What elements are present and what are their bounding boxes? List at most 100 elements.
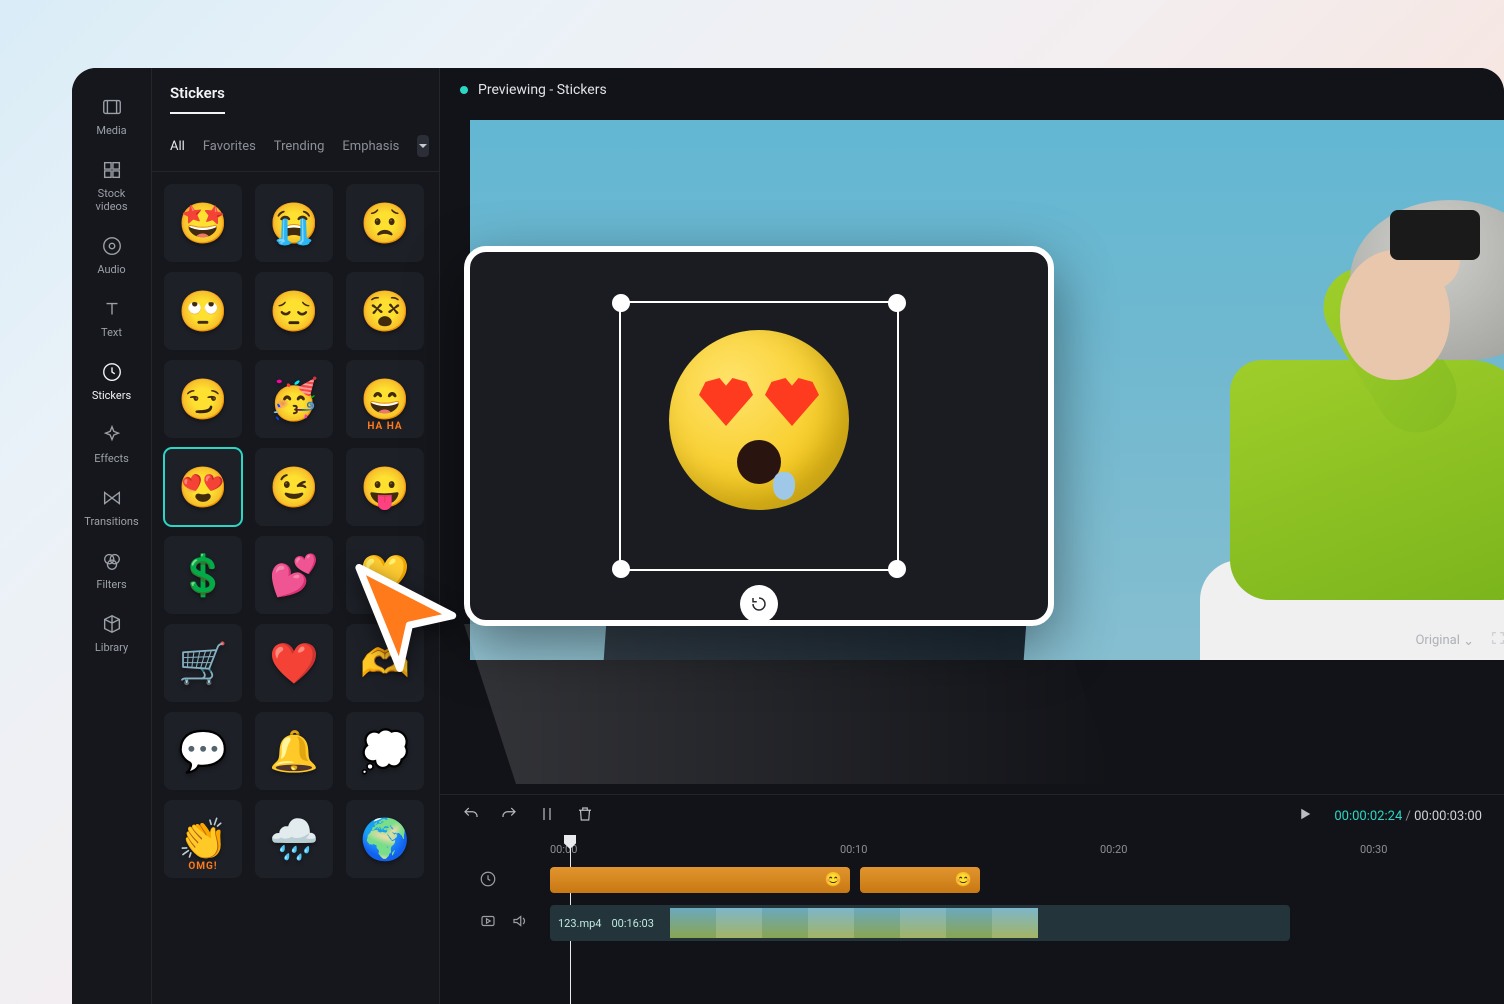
sticker-worried[interactable]: 😟 [346,184,424,262]
clip-filename: 123.mp4 [558,917,601,930]
panel-tabs: All Favorites Trending Emphasis [152,123,439,172]
sticker-wink[interactable]: 😉 [255,448,333,526]
rail-label: Library [95,641,128,654]
tab-trending[interactable]: Trending [274,139,325,154]
sticker-sparkle-hearts[interactable]: 💕 [255,536,333,614]
ruler-tick: 00:30 [1360,843,1387,856]
preview-header: Previewing - Stickers [440,68,1504,112]
panel-title: Stickers [152,68,439,123]
sticker-glyph: 👏 [178,816,228,863]
rail-library[interactable]: Library [82,613,142,654]
sticker-clip[interactable]: 😊 [550,867,850,893]
rail-label: Stock videos [82,187,142,213]
heart-eyes-sticker[interactable] [669,330,849,510]
rail-label: Media [96,124,126,137]
sticker-glyph: 😛 [360,464,410,511]
rail-audio[interactable]: Audio [82,235,142,276]
sticker-bag-bubble[interactable]: 💬 [164,712,242,790]
sticker-badge: OMG! [188,861,217,872]
tabs-more-button[interactable] [417,135,429,157]
video-clip[interactable]: 123.mp4 00:16:03 [550,905,1290,941]
sticker-omg[interactable]: 👏OMG! [164,800,242,878]
bg-person [1110,140,1504,660]
resize-handle-tl[interactable] [612,294,630,312]
tab-all[interactable]: All [170,139,185,154]
canvas-controls: Original ⌄ [1415,630,1504,650]
aspect-dropdown[interactable]: Original ⌄ [1415,633,1474,648]
sticker-glyph: 😍 [178,464,228,511]
filters-icon [101,550,123,572]
timeline-toolbar: 00:00:02:24 / 00:00:03:00 [440,795,1504,837]
sticker-glyph: 😏 [178,376,228,423]
sticker-glyph: 💬 [178,728,228,775]
rail-stock-videos[interactable]: Stock videos [82,159,142,213]
resize-handle-bl[interactable] [612,560,630,578]
sticker-clip[interactable]: 😊 [860,867,980,893]
play-button[interactable] [1296,805,1314,827]
video-editor-window: Media Stock videos Audio Text Stickers E… [72,68,1504,1004]
sticker-glyph: 🛒 [178,640,228,687]
sticker-dollar[interactable]: 💲 [164,536,242,614]
sticker-glyph: 😭 [269,200,319,247]
sticker-smirk[interactable]: 😏 [164,360,242,438]
sticker-pensive[interactable]: 😔 [255,272,333,350]
sticker-glyph: 😉 [269,464,319,511]
rail-effects[interactable]: Effects [82,424,142,465]
fullscreen-button[interactable] [1490,630,1504,650]
delete-button[interactable] [576,805,594,827]
sticker-haha[interactable]: 😄HA HA [346,360,424,438]
sticker-tongue[interactable]: 😛 [346,448,424,526]
sticker-glyph: 🙄 [178,288,228,335]
rail-transitions[interactable]: Transitions [82,487,142,528]
sticker-rain-cloud[interactable]: 🌧️ [255,800,333,878]
resize-handle-br[interactable] [888,560,906,578]
sticker-crying[interactable]: 😭 [255,184,333,262]
timeline-tracks: 😊 😊 123.mp4 00:16:03 [440,863,1504,1004]
sticker-cart[interactable]: 🛒 [164,624,242,702]
sparkle-icon [101,424,123,446]
sticker-party[interactable]: 🥳 [255,360,333,438]
timeline: 00:00:02:24 / 00:00:03:00 00:00 00:10 00… [440,794,1504,1004]
audio-track-icon [510,911,530,931]
rotate-button[interactable] [740,585,778,623]
sticker-glyph: 😄 [360,376,410,423]
sticker-badge: HA HA [367,421,402,432]
rail-media[interactable]: Media [82,96,142,137]
split-button[interactable] [538,805,556,827]
sticker-glyph: 😔 [269,288,319,335]
tab-emphasis[interactable]: Emphasis [342,139,399,154]
ruler-tick: 00:20 [1100,843,1127,856]
sticker-glyph: 💭 [360,728,410,775]
sticker-glyph: 🌍 [360,816,410,863]
total-time: 00:00:03:00 [1414,809,1482,824]
sticker-eye-roll[interactable]: 🙄 [164,272,242,350]
sticker-dizzy[interactable]: 😵 [346,272,424,350]
sticker-thought-heart[interactable]: 💭 [346,712,424,790]
rail-stickers[interactable]: Stickers [82,361,142,402]
sticker-glyph: 😵 [360,288,410,335]
sticker-hearts-cluster[interactable]: ❤️ [255,624,333,702]
clock-icon [101,361,123,383]
selection-box[interactable] [619,301,899,571]
sticker-glyph: 💲 [178,552,228,599]
sticker-bell[interactable]: 🔔 [255,712,333,790]
redo-button[interactable] [500,805,518,827]
cursor-icon [347,558,467,682]
sticker-heart-eyes[interactable]: 😍 [164,448,242,526]
cube-icon [101,613,123,635]
preview-status: Previewing - Stickers [478,82,607,98]
clip-thumbnails [670,908,1038,938]
video-track-icon [478,911,498,931]
sticker-glyph: 😟 [360,200,410,247]
sticker-earth[interactable]: 🌍 [346,800,424,878]
ruler-tick: 00:10 [840,843,867,856]
undo-button[interactable] [462,805,480,827]
sticker-star-eyes[interactable]: 🤩 [164,184,242,262]
sticker-preview-popover[interactable] [464,246,1054,626]
grid-icon [101,159,123,181]
rail-text[interactable]: Text [82,298,142,339]
tab-favorites[interactable]: Favorites [203,139,256,154]
rail-filters[interactable]: Filters [82,550,142,591]
timeline-ruler[interactable]: 00:00 00:10 00:20 00:30 [440,837,1504,863]
resize-handle-tr[interactable] [888,294,906,312]
